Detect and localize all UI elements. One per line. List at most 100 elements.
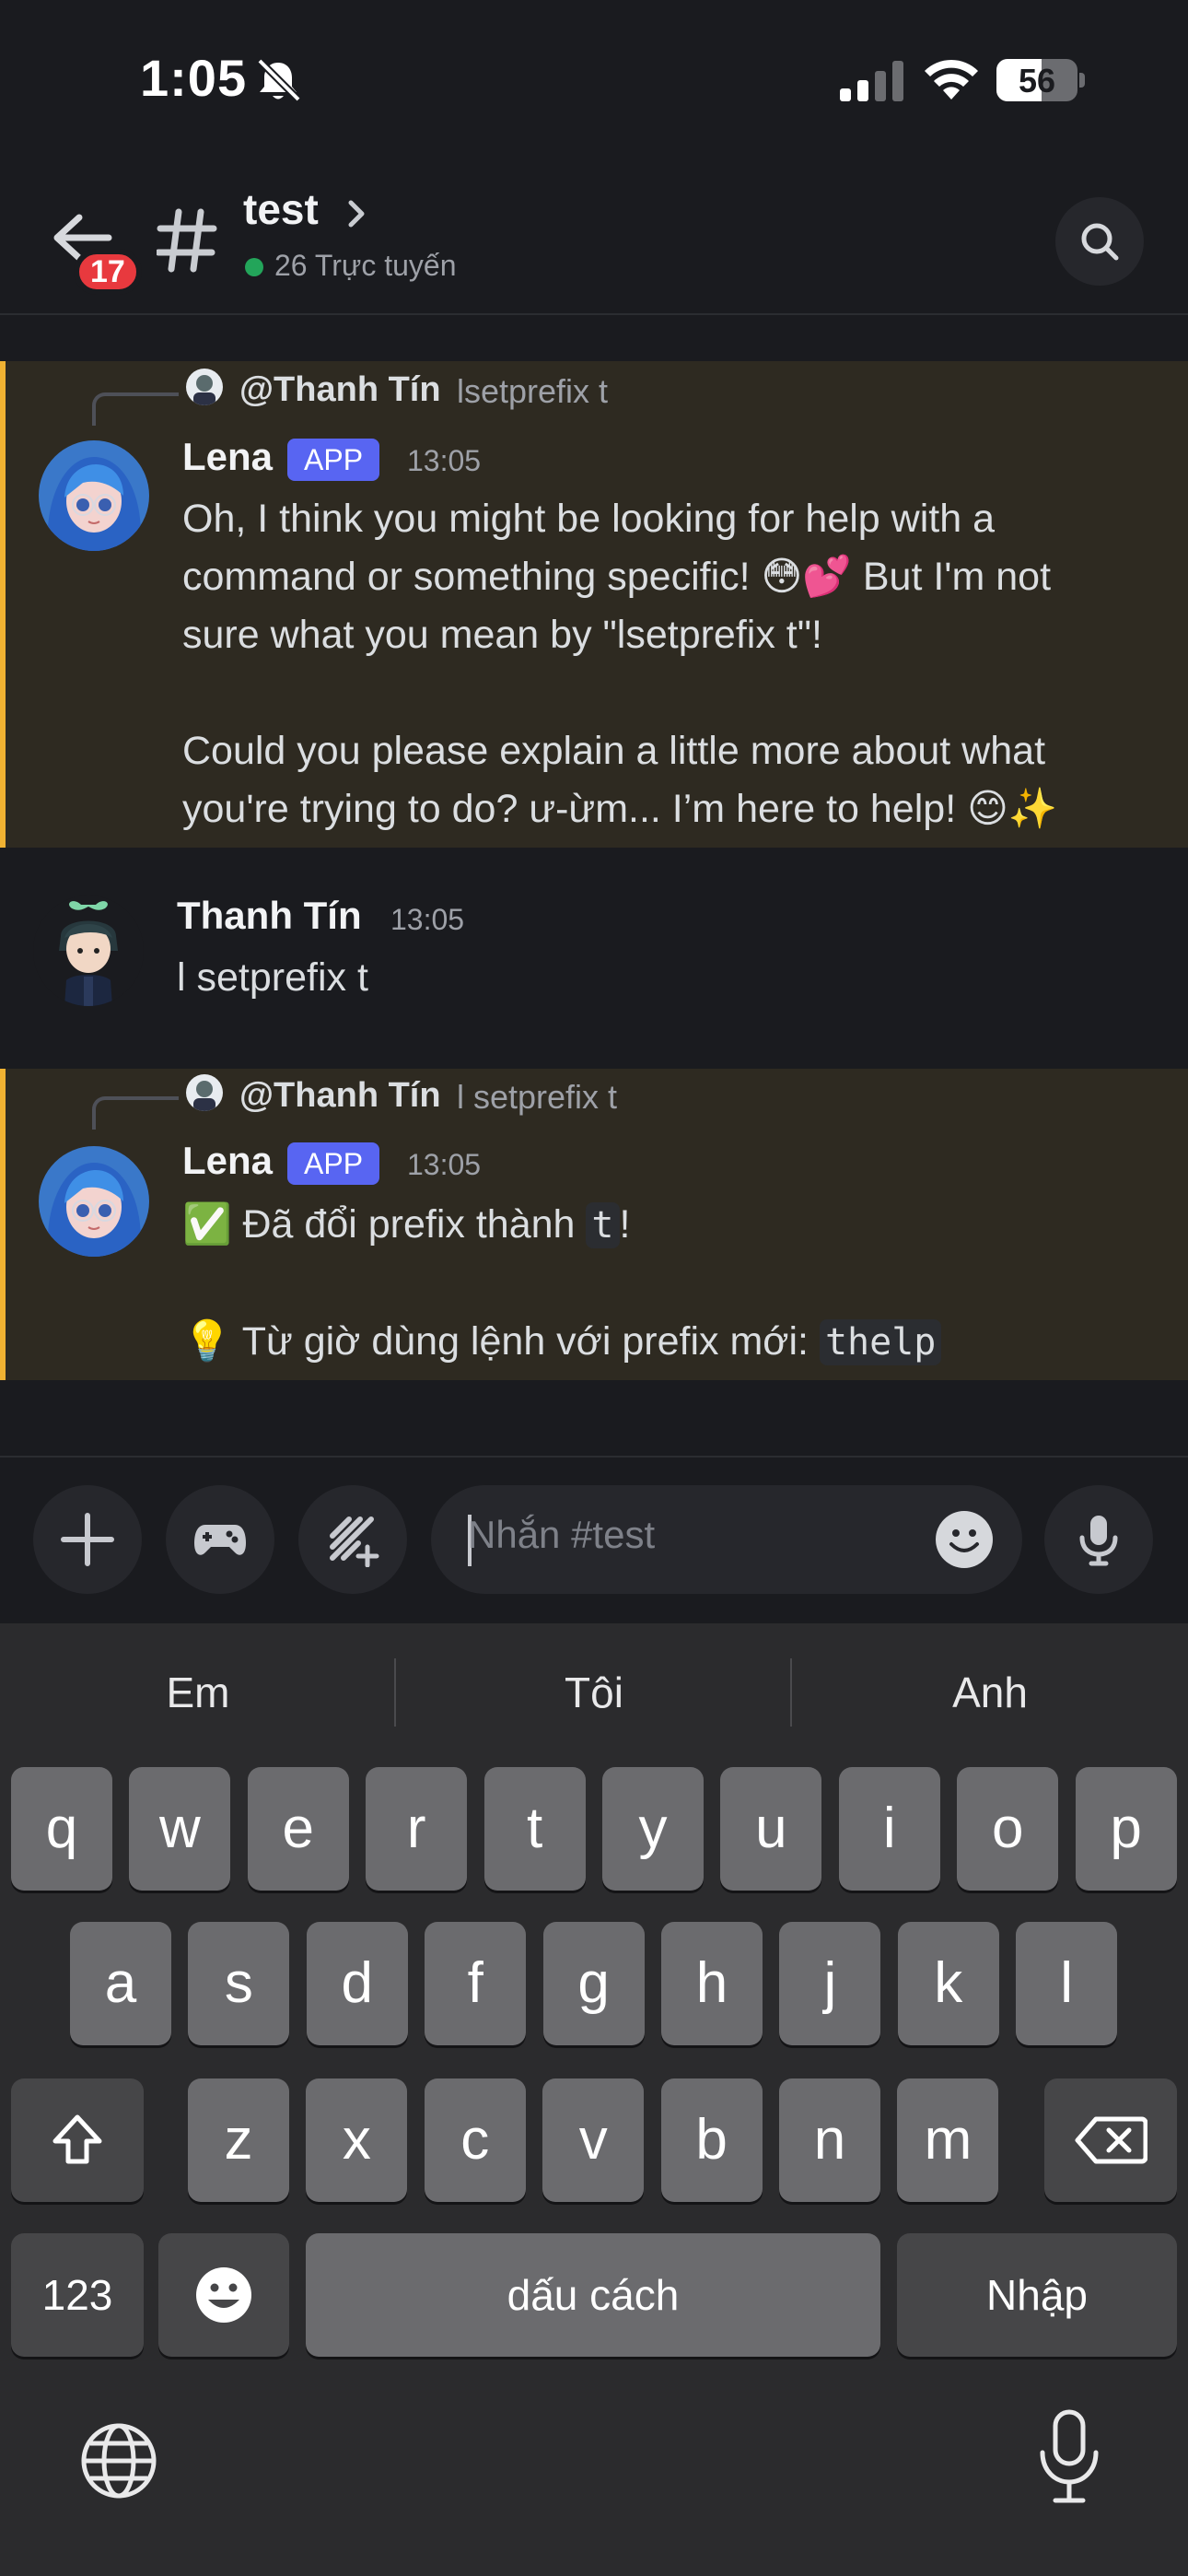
battery-percent: 56	[1018, 62, 1056, 100]
message-text: Đã đổi prefix thành	[242, 1202, 576, 1247]
chevron-right-icon[interactable]	[346, 199, 367, 228]
reply-connector	[92, 392, 179, 426]
emoji-keyboard-key[interactable]	[158, 2233, 289, 2357]
key-q[interactable]: q	[11, 1767, 112, 1891]
space-key[interactable]: dấu cách	[306, 2233, 880, 2357]
message-line: sure what you mean by "lsetprefix t"!	[182, 613, 822, 657]
message-text: Từ giờ dùng lệnh với prefix mới:	[241, 1319, 809, 1364]
microphone-icon	[1079, 1516, 1118, 1566]
shift-icon	[52, 2114, 102, 2164]
channel-name[interactable]: test	[243, 184, 319, 234]
message-author[interactable]: Lena	[182, 435, 273, 479]
globe-icon[interactable]	[79, 2421, 158, 2500]
key-v[interactable]: v	[542, 2078, 645, 2202]
reply-avatar	[186, 369, 223, 405]
status-time: 1:05	[140, 49, 248, 107]
ios-keyboard: Em Tôi Anh qwertyuiop asdfghjkl zxcvbnm …	[0, 1623, 1188, 2576]
message-input[interactable]: Nhắn #test	[431, 1485, 1022, 1594]
inline-code: t	[586, 1202, 620, 1248]
key-w[interactable]: w	[129, 1767, 231, 1891]
key-z[interactable]: z	[188, 2078, 289, 2202]
reply-preview[interactable]: l setprefix t	[457, 1078, 617, 1117]
message-input-placeholder: Nhắn #test	[468, 1513, 656, 1556]
key-x[interactable]: x	[306, 2078, 408, 2202]
cellular-signal-icon	[840, 61, 903, 101]
key-g[interactable]: g	[542, 1922, 645, 2045]
message-timestamp: 13:05	[407, 1148, 482, 1181]
suggestion-item[interactable]: Em	[0, 1623, 396, 1762]
message-line: Oh, I think you might be looking for hel…	[182, 497, 995, 541]
backspace-icon	[1075, 2116, 1147, 2164]
message-composer: Nhắn #test	[0, 1456, 1188, 1622]
message-body: Oh, I think you might be looking for hel…	[182, 490, 1159, 838]
reply-preview[interactable]: lsetprefix t	[457, 372, 608, 411]
search-button[interactable]	[1055, 197, 1144, 286]
voice-message-button[interactable]	[1044, 1485, 1153, 1594]
status-bar: 1:05 56	[0, 0, 1188, 157]
activities-button[interactable]	[166, 1485, 274, 1594]
online-count: 26 Trực tuyến	[274, 249, 457, 282]
avatar[interactable]	[33, 896, 144, 1006]
app-tag: APP	[287, 439, 380, 481]
key-j[interactable]: j	[779, 1922, 881, 2045]
key-y[interactable]: y	[602, 1767, 704, 1891]
numbers-key[interactable]: 123	[11, 2233, 144, 2357]
avatar[interactable]	[39, 440, 149, 551]
return-key[interactable]: Nhập	[897, 2233, 1177, 2357]
key-a[interactable]: a	[70, 1922, 171, 2045]
message-author[interactable]: Lena	[182, 1139, 273, 1183]
emoji-button[interactable]	[936, 1511, 993, 1568]
key-f[interactable]: f	[425, 1922, 527, 2045]
key-n[interactable]: n	[779, 2078, 880, 2202]
shift-key[interactable]	[11, 2078, 144, 2202]
key-i[interactable]: i	[838, 1767, 940, 1891]
check-emoji-icon: ✅	[182, 1202, 232, 1247]
avatar[interactable]	[39, 1146, 149, 1257]
key-s[interactable]: s	[188, 1922, 290, 2045]
key-d[interactable]: d	[306, 1922, 408, 2045]
key-u[interactable]: u	[720, 1767, 822, 1891]
suggestion-item[interactable]: Tôi	[396, 1623, 792, 1762]
message-item[interactable]: Thanh Tín 13:05 l setprefix t	[0, 848, 1188, 1069]
key-o[interactable]: o	[957, 1767, 1059, 1891]
key-h[interactable]: h	[661, 1922, 763, 2045]
emoji-icon	[196, 2267, 251, 2323]
message-item[interactable]: @Thanh Tín l setprefix t Lena APP 13:05 …	[0, 1069, 1188, 1380]
hash-icon	[157, 208, 217, 273]
add-attachment-button[interactable]	[33, 1485, 142, 1594]
apps-button[interactable]	[298, 1485, 407, 1594]
suggestion-item[interactable]: Anh	[792, 1623, 1188, 1762]
key-t[interactable]: t	[483, 1767, 586, 1891]
message-line: you're trying to do? ư-ừm... I’m here to…	[182, 787, 1058, 831]
wifi-icon	[925, 59, 978, 100]
bell-off-icon	[257, 58, 301, 102]
dictation-icon[interactable]	[1037, 2408, 1101, 2506]
app-tag: APP	[287, 1142, 380, 1185]
apps-icon	[330, 1516, 379, 1567]
key-c[interactable]: c	[424, 2078, 526, 2202]
key-k[interactable]: k	[897, 1922, 999, 2045]
message-text: !	[619, 1202, 631, 1247]
message-line: 💡 Từ giờ dùng lệnh với prefix mới: thelp	[182, 1313, 1159, 1372]
key-p[interactable]: p	[1075, 1767, 1177, 1891]
message-author[interactable]: Thanh Tín	[177, 894, 362, 938]
key-b[interactable]: b	[660, 2078, 763, 2202]
key-l[interactable]: l	[1016, 1922, 1118, 2045]
message-item[interactable]: @Thanh Tín lsetprefix t Lena APP 13:05 O…	[0, 361, 1188, 848]
key-m[interactable]: m	[897, 2078, 999, 2202]
key-e[interactable]: e	[247, 1767, 349, 1891]
channel-header: 17 test 26 Trực tuyến	[0, 157, 1188, 315]
delete-key[interactable]	[1044, 2078, 1177, 2202]
message-line	[182, 664, 1159, 722]
reply-author[interactable]: @Thanh Tín	[239, 1076, 441, 1116]
message-line: ✅ Đã đổi prefix thành t!	[182, 1196, 1159, 1255]
key-r[interactable]: r	[366, 1767, 468, 1891]
battery-indicator: 56	[996, 59, 1085, 101]
reply-avatar	[186, 1074, 223, 1111]
reply-author[interactable]: @Thanh Tín	[239, 370, 441, 410]
online-status-dot	[245, 258, 263, 276]
bulb-emoji-icon: 💡	[182, 1319, 232, 1364]
plus-icon	[61, 1513, 114, 1566]
message-line: Could you please explain a little more a…	[182, 729, 1046, 773]
message-body: l setprefix t	[177, 955, 368, 1000]
